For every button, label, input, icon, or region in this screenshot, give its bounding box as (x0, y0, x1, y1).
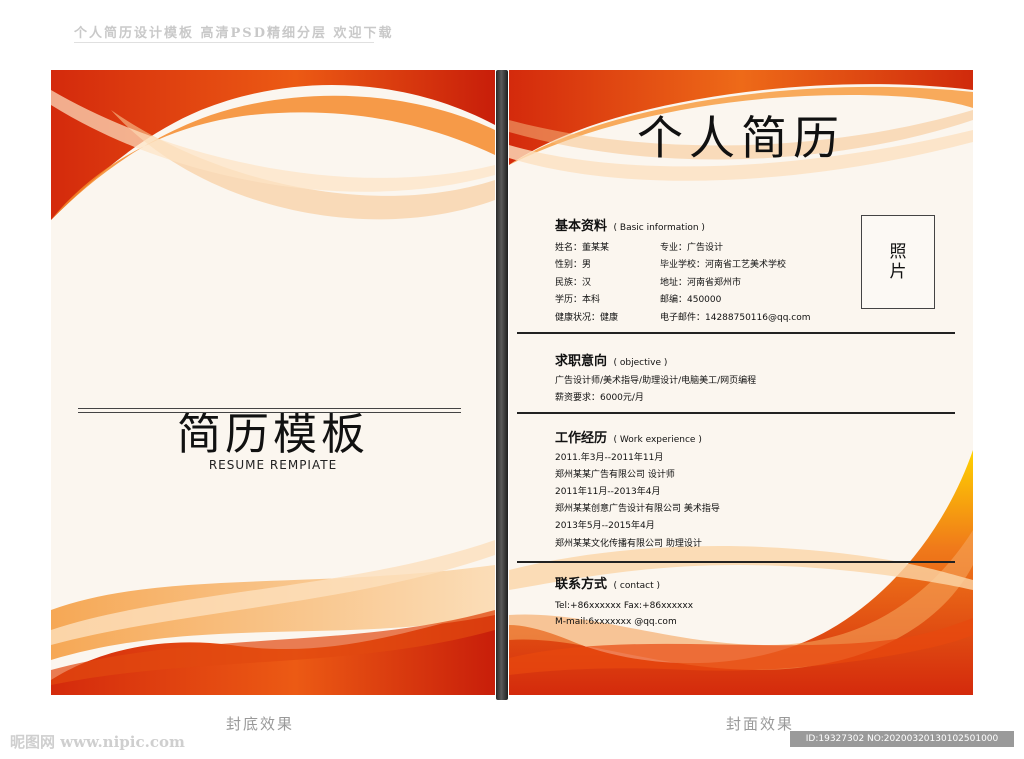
photo-label: 照 片 (862, 242, 934, 282)
back-cover-page: 简历模板 RESUME REMPIATE (51, 70, 495, 695)
basic-info-heading-cn: 基本资料 (555, 219, 608, 234)
back-cover-caption: 封底效果 (226, 715, 295, 733)
section-divider-2 (517, 412, 955, 414)
basic-info-email: 电子邮件：14288750116@qq.com (660, 313, 811, 323)
back-cover-rule-bottom (78, 412, 461, 413)
experience-item: 郑州某某文化传播有限公司 助理设计 (555, 539, 702, 549)
section-divider-1 (517, 332, 955, 334)
back-cover-rule-top (78, 408, 461, 409)
basic-info-gender: 性别：男 (555, 260, 592, 270)
basic-info-education: 学历：本科 (555, 295, 601, 305)
experience-item: 2013年5月--2015年4月 (555, 521, 655, 531)
header-caption: 个人简历设计模板 高清PSD精细分层 欢迎下载 (74, 26, 394, 41)
photo-label-line-1: 照 (889, 242, 907, 262)
front-cover-caption: 封面效果 (726, 715, 795, 733)
contact-heading-cn: 联系方式 (555, 577, 608, 592)
back-cover-subtitle: RESUME REMPIATE (208, 458, 338, 472)
image-id-watermark: ID:19327302 NO:20200320130102501000 (790, 731, 1014, 747)
basic-info-school: 毕业学校：河南省工艺美术学校 (660, 260, 787, 270)
photo-placeholder: 照 片 (861, 215, 935, 309)
back-cover-wave-background (51, 70, 495, 695)
site-watermark: 昵图网 www.nipic.com (10, 733, 185, 751)
basic-info-heading: 基本资料 ( Basic information ) (555, 215, 705, 234)
contact-phone-fax: Tel:+86xxxxxx Fax:+86xxxxxx (555, 601, 694, 611)
experience-heading-cn: 工作经历 (555, 431, 608, 446)
contact-email: M-mail:6xxxxxxx @qq.com (555, 617, 677, 627)
objective-heading: 求职意向 ( objective ) (555, 350, 667, 369)
basic-info-heading-en: ( Basic information ) (613, 223, 705, 233)
basic-info-health: 健康状况：健康 (555, 313, 619, 323)
basic-info-major: 专业：广告设计 (660, 243, 724, 253)
experience-item: 2011年11月--2013年4月 (555, 487, 661, 497)
objective-heading-en: ( objective ) (613, 358, 668, 368)
section-divider-3 (517, 561, 955, 563)
header-caption-rule (74, 42, 374, 43)
photo-label-line-2: 片 (889, 262, 907, 282)
experience-item: 2011.年3月--2011年11月 (555, 453, 664, 463)
objective-positions: 广告设计师/美术指导/助理设计/电脑美工/网页编程 (555, 376, 757, 386)
contact-heading-en: ( contact ) (613, 581, 660, 591)
front-cover-page: 个人简历 照 片 基本资料 ( Basic information ) 姓名：董… (509, 70, 973, 695)
contact-heading: 联系方式 ( contact ) (555, 573, 660, 592)
basic-info-address: 地址：河南省郑州市 (660, 278, 742, 288)
basic-info-ethnicity: 民族：汉 (555, 278, 592, 288)
experience-item: 郑州某某创意广告设计有限公司 美术指导 (555, 504, 720, 514)
experience-heading: 工作经历 ( Work experience ) (555, 427, 702, 446)
experience-item: 郑州某某广告有限公司 设计师 (555, 470, 675, 480)
objective-heading-cn: 求职意向 (555, 354, 608, 369)
basic-info-name: 姓名：董某某 (555, 243, 610, 253)
objective-salary: 薪资要求：6000元/月 (555, 393, 644, 403)
booklet-spine (496, 70, 508, 700)
experience-heading-en: ( Work experience ) (613, 435, 702, 445)
resume-title: 个人简历 (637, 111, 845, 165)
basic-info-postcode: 邮编：450000 (660, 295, 722, 305)
